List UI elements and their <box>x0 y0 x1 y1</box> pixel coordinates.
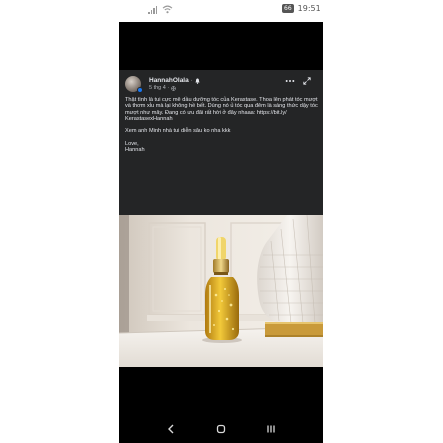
wifi-icon <box>162 5 173 14</box>
home-icon[interactable] <box>216 424 226 434</box>
post-meta: 5 thg 4 · <box>149 85 177 92</box>
bell-icon[interactable] <box>195 78 200 84</box>
navigation-bar <box>119 417 323 443</box>
status-bar: 66 19:51 <box>0 0 443 22</box>
post-body: Thật tình là tui cực mê dầu dưỡng tóc củ… <box>125 97 319 154</box>
battery-icon: 66 <box>282 4 294 13</box>
expand-icon[interactable] <box>303 77 311 85</box>
clock: 19:51 <box>297 4 321 13</box>
back-icon[interactable] <box>167 424 175 434</box>
post-timestamp[interactable]: 5 thg 4 · <box>149 85 169 92</box>
phone-screen: HannahOlala · 5 thg 4 · Thật tình là tui… <box>119 22 323 443</box>
post-text-paragraph-2: Xem anh Minh nhà tui diễn sâu ko nha kkk <box>125 128 231 135</box>
facebook-post: HannahOlala · 5 thg 4 · Thật tình là tui… <box>119 70 323 215</box>
separator: · <box>190 78 193 84</box>
status-icons <box>148 5 173 14</box>
status-right: 66 19:51 <box>282 4 321 13</box>
globe-icon <box>171 86 177 91</box>
author-name[interactable]: HannahOlala <box>149 77 189 85</box>
signal-icon <box>148 5 157 14</box>
post-text-paragraph-3: Love, Hannah <box>125 141 145 154</box>
serum-bottle-image <box>119 215 323 367</box>
more-options-icon[interactable] <box>285 78 295 84</box>
verified-badge-icon <box>137 87 143 93</box>
post-text-paragraph-1: Thật tình là tui cực mê dầu dưỡng tóc củ… <box>125 97 318 122</box>
recent-apps-icon[interactable] <box>266 424 276 434</box>
post-header: HannahOlala · <box>149 77 200 85</box>
post-photo[interactable] <box>119 215 323 367</box>
